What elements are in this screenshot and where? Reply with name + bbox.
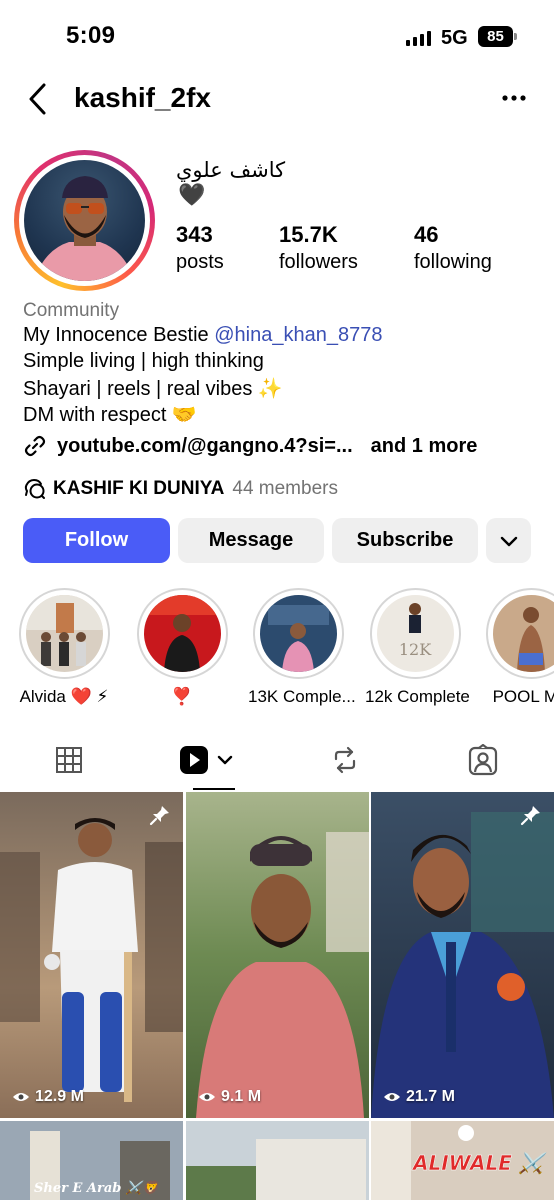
bio-line-2: Simple living | high thinking (23, 350, 264, 372)
highlight-item[interactable]: POOL MA (481, 588, 554, 707)
highlight-item[interactable]: Alvida ❤️ ⚡ (14, 588, 114, 707)
broadcast-channel-row[interactable]: KASHIF KI DUNIYA 44 members (23, 478, 338, 500)
view-count: 12.9 M (12, 1088, 84, 1106)
post-thumbnail (371, 792, 554, 1118)
tab-reposts[interactable] (276, 730, 414, 790)
profile-header: kashif_2fx (0, 76, 554, 122)
channel-name: KASHIF KI DUNIYA (53, 478, 225, 499)
bio-line-1-text: My Innocence Bestie (23, 324, 215, 346)
bio-line-3: Shayari | reels | real vibes ✨ (23, 378, 283, 400)
grid-post[interactable]: Sher E Arab ⚔️🦁 (0, 1121, 183, 1200)
highlight-label: POOL MA (492, 687, 554, 706)
stat-followers-label: followers (279, 251, 358, 273)
grid-post[interactable] (186, 1121, 369, 1200)
subscribe-button[interactable]: Subscribe (332, 518, 478, 563)
highlight-item[interactable]: 13K Comple... (248, 588, 356, 707)
back-button[interactable] (24, 80, 56, 118)
stat-followers-value: 15.7K (279, 222, 338, 247)
bio-link-row[interactable]: youtube.com/@gangno.4?si=... and 1 more (23, 434, 477, 458)
eye-icon (199, 1093, 215, 1101)
avatar (24, 160, 145, 281)
reposts-icon (334, 746, 356, 774)
stat-posts-label: posts (176, 251, 224, 273)
post-thumbnail (186, 792, 369, 1118)
grid-post[interactable]: ALIWALE ⚔️ (371, 1121, 554, 1200)
black-heart-icon: 🖤 (178, 182, 206, 207)
highlight-cover (25, 595, 103, 672)
status-time: 5:09 (66, 22, 116, 49)
stat-following[interactable]: 46 following (414, 222, 492, 274)
post-caption: ALIWALE ⚔️ (413, 1151, 544, 1176)
grid-post[interactable]: 12.9 M (0, 792, 183, 1118)
highlight-cover (259, 595, 337, 672)
view-count-text: 9.1 M (221, 1088, 262, 1105)
bio-link-text[interactable]: youtube.com/@gangno.4?si=... (57, 435, 353, 458)
follow-button[interactable]: Follow (23, 518, 170, 563)
highlight-label: Alvida ❤️ ⚡ (19, 687, 109, 706)
bio-line-4: DM with respect 🤝 (23, 404, 197, 426)
display-name: كاشف علوي (176, 158, 286, 182)
tagged-icon (468, 744, 498, 776)
page-title: kashif_2fx (74, 82, 211, 113)
avatar-story-ring[interactable] (14, 150, 155, 291)
bio-category: Community (23, 300, 120, 321)
stat-following-label: following (414, 251, 492, 273)
view-count-text: 12.9 M (35, 1088, 84, 1105)
post-thumbnail (186, 1121, 369, 1200)
profile-tabs (0, 730, 554, 792)
bio-mention-link[interactable]: @hina_khan_8778 (214, 324, 382, 346)
highlight-cover (492, 595, 554, 672)
highlight-item[interactable]: ❣️ (132, 588, 232, 707)
stat-following-value: 46 (414, 222, 439, 247)
bio-link-more[interactable]: and 1 more (371, 435, 478, 458)
battery-tip (514, 33, 517, 40)
tab-tagged[interactable] (414, 730, 552, 790)
pin-icon (520, 804, 542, 831)
stat-posts[interactable]: 343 posts (176, 222, 224, 274)
chevron-left-icon (29, 83, 46, 115)
grid-post[interactable]: 9.1 M (186, 792, 369, 1118)
highlight-label: ❣️ (171, 687, 193, 706)
tab-reels[interactable] (138, 730, 276, 790)
view-count: 21.7 M (383, 1088, 455, 1106)
eye-icon (13, 1093, 29, 1101)
active-tab-indicator (193, 788, 235, 790)
reels-icon (180, 746, 233, 774)
highlight-label: 13K Comple... (248, 687, 356, 706)
more-options-button[interactable] (500, 86, 530, 110)
highlight-cover: 12K (376, 595, 454, 672)
channel-members: 44 members (232, 478, 338, 499)
post-thumbnail (0, 792, 183, 1118)
suggested-accounts-button[interactable] (486, 518, 531, 563)
stat-posts-value: 343 (176, 222, 213, 247)
ellipsis-icon (502, 95, 526, 101)
message-button[interactable]: Message (178, 518, 324, 563)
chevron-down-icon (500, 536, 517, 546)
tab-posts[interactable] (0, 730, 138, 790)
signal-icon (406, 30, 431, 46)
battery-icon: 85 (478, 26, 513, 47)
post-caption: Sher E Arab ⚔️🦁 (34, 1181, 159, 1196)
posts-grid: 12.9 M 9.1 M 21.7 M Sher E Arab ⚔️🦁 ALIW… (0, 792, 554, 1200)
highlight-item[interactable]: 12K 12k Complete (365, 588, 470, 707)
grid-icon (56, 747, 82, 773)
view-count: 9.1 M (198, 1088, 261, 1106)
highlight-label: 12k Complete (365, 687, 470, 706)
grid-post[interactable]: 21.7 M (371, 792, 554, 1118)
link-icon (24, 435, 46, 457)
bio-line-1: My Innocence Bestie @hina_khan_8778 (23, 324, 382, 347)
broadcast-channel-icon (24, 478, 45, 499)
stat-followers[interactable]: 15.7K followers (279, 222, 358, 274)
view-count-text: 21.7 M (406, 1088, 455, 1105)
status-bar: 5:09 5G 85 (0, 0, 554, 70)
network-label: 5G (441, 27, 468, 49)
eye-icon (384, 1093, 400, 1101)
highlight-cover (143, 595, 221, 672)
pin-icon (149, 804, 171, 831)
svg-text:12K: 12K (398, 640, 431, 659)
